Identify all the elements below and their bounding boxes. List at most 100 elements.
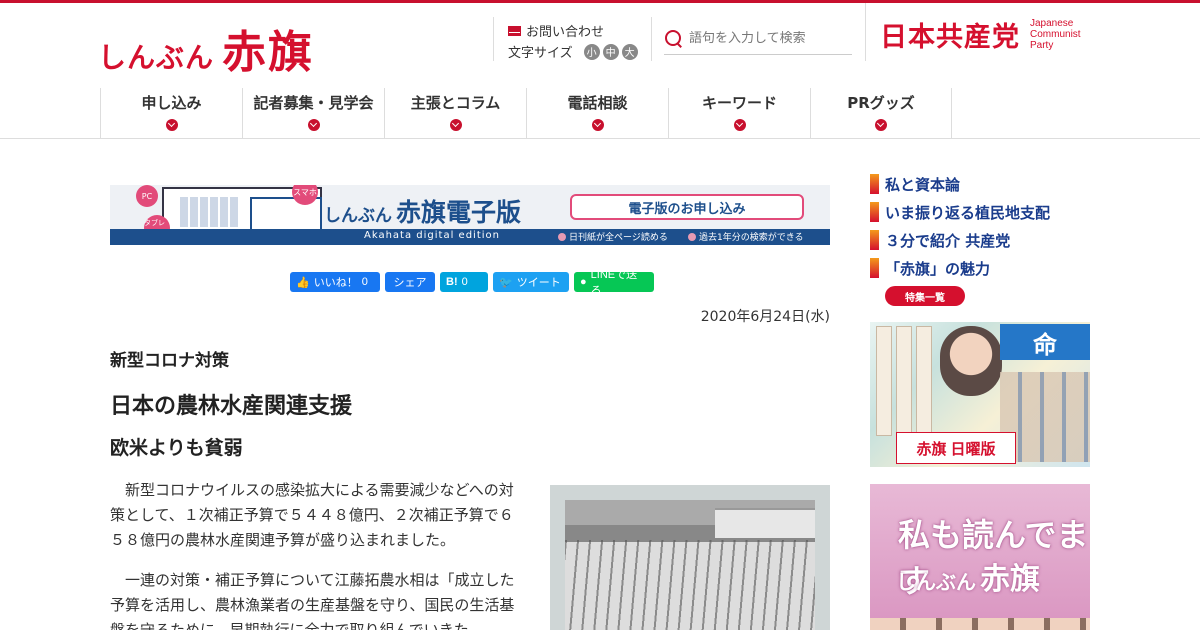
pc-badge: PC (136, 185, 158, 207)
link-marker-icon (870, 174, 879, 194)
hatena-bookmark-button[interactable]: B! 0 (440, 272, 488, 292)
line-send-button[interactable]: ● LINEで送る (574, 269, 654, 297)
party-english-name: Japanese Communist Party (1030, 18, 1081, 51)
tweet-button[interactable]: 🐦 ツイート (493, 272, 569, 292)
site-logo[interactable]: しんぶん 赤旗 (98, 16, 314, 80)
sunday-edition-label: 赤旗 日曜版 (896, 432, 1016, 464)
nav-label: 主張とコラム (410, 94, 501, 112)
chevron-down-icon (165, 119, 178, 131)
font-size-large-button[interactable]: 大 (621, 43, 638, 60)
nav-item-recruit[interactable]: 記者募集・見学会 (242, 88, 384, 139)
party-en-line: Communist (1030, 29, 1081, 40)
tweet-label: ツイート (516, 277, 561, 289)
search-box (664, 23, 852, 55)
nav-label: 電話相談 (567, 94, 628, 112)
bullet-icon (558, 232, 566, 241)
line-label: LINEで送る (590, 269, 638, 297)
like-count: 0 (361, 276, 368, 288)
ad-brand-big: 赤旗 (980, 562, 1040, 597)
search-input[interactable] (689, 31, 849, 46)
calendar-grid-image (180, 197, 240, 227)
headline-column (896, 326, 912, 436)
ad-brand: 赤旗 (916, 439, 947, 458)
logo-small-text: しんぶん (98, 41, 215, 74)
features-list-button[interactable]: 特集一覧 (885, 286, 965, 306)
banner-title: しんぶん 赤旗電子版 (324, 193, 521, 229)
article-body: 新型コロナウイルスの感染拡大による需要減少などへの対策として、１次補正予算で５４… (110, 478, 528, 630)
banner-note-text: 日刊紙が全ページ読める (569, 233, 668, 243)
article-date: 2020年6月24日(水) (700, 309, 830, 325)
font-size-small-button[interactable]: 小 (583, 43, 600, 60)
font-size-label: 文字サイズ (508, 46, 573, 61)
banner-note-text: 過去1年分の検索ができる (699, 233, 804, 243)
logo-big-text: 赤旗 (222, 27, 315, 78)
chevron-down-icon (591, 119, 604, 131)
sidebar-link-colonial[interactable]: いま振り返る植民地支配 (870, 198, 1090, 226)
header-divider (651, 17, 652, 61)
chevron-down-icon (875, 119, 887, 131)
line-icon: ● (580, 276, 587, 288)
hatena-count: 0 (461, 276, 468, 288)
link-marker-icon (870, 258, 879, 278)
twitter-bird-icon: 🐦 (499, 276, 513, 289)
ad-headline: 命 (1000, 324, 1090, 360)
article-photo[interactable] (550, 485, 830, 630)
search-icon[interactable] (664, 29, 683, 48)
portrait-image (940, 326, 1002, 396)
sidebar-link-jcp-intro[interactable]: ３分で紹介 共産党 (870, 226, 1090, 254)
nav-item-phone-consult[interactable]: 電話相談 (526, 88, 668, 139)
party-en-line: Japanese (1030, 18, 1074, 29)
chevron-down-icon (449, 119, 462, 131)
nav-item-pr-goods[interactable]: PRグッズ (810, 88, 952, 139)
reader-campaign-ad[interactable]: 私も読んでます しんぶん 赤旗 (870, 484, 1090, 630)
font-size-medium-button[interactable]: 中 (602, 43, 619, 60)
banner-note: 日刊紙が全ページ読める (558, 230, 668, 243)
facebook-share-button[interactable]: シェア (385, 272, 435, 292)
share-buttons: 👍 いいね！ 0 シェア B! 0 🐦 ツイート ● LINEで送る (290, 269, 654, 297)
banner-title-small: しんぶん (324, 206, 392, 226)
ad-sub: 日曜版 (950, 439, 996, 458)
people-photo-image (870, 618, 1090, 630)
digital-edition-banner[interactable]: PC タブレット スマホ しんぶん 赤旗電子版 電子版のお申し込み Akahat… (110, 185, 830, 245)
contact-label: お問い合わせ (526, 25, 605, 40)
hatena-icon: B! (446, 276, 458, 288)
article-paragraph: 一連の対策・補正予算について江藤拓農水相は「成立した予算を活用し、農林漁業者の生… (110, 571, 515, 630)
nav-label: 申し込み (141, 94, 202, 112)
building-image (715, 508, 815, 538)
sunday-edition-ad[interactable]: 命 赤旗 日曜版 (870, 322, 1090, 467)
rice-field-image (565, 500, 815, 630)
article-kicker: 新型コロナ対策 (110, 351, 229, 371)
header-divider (493, 17, 494, 61)
nav-label: PRグッズ (847, 94, 915, 112)
font-size-control: 文字サイズ 小 中 大 (508, 42, 638, 61)
facebook-like-button[interactable]: 👍 いいね！ 0 (290, 272, 380, 292)
nav-item-columns[interactable]: 主張とコラム (384, 88, 526, 139)
sidebar-link-capital[interactable]: 私と資本論 (870, 170, 1090, 198)
sidebar-link-label: ３分で紹介 共産党 (885, 231, 1011, 250)
nav-item-apply[interactable]: 申し込み (100, 88, 242, 139)
sidebar: 私と資本論 いま振り返る植民地支配 ３分で紹介 共産党 「赤旗」の魅力 特集一覧 (870, 170, 1090, 306)
sidebar-link-label: 私と資本論 (885, 175, 961, 194)
chevron-down-icon (733, 119, 746, 131)
sidebar-link-akahata-appeal[interactable]: 「赤旗」の魅力 (870, 254, 1090, 282)
ad-brand-line: しんぶん 赤旗 (896, 554, 1040, 598)
like-label: いいね！ (313, 277, 358, 289)
jcp-logo[interactable]: 日本共産党 Japanese Communist Party (880, 15, 1081, 54)
article-headline: 日本の農林水産関連支援 (110, 394, 353, 419)
nav-item-keyword[interactable]: キーワード (668, 88, 810, 139)
headline-column (916, 326, 932, 436)
sidebar-link-label: 「赤旗」の魅力 (885, 259, 991, 278)
main-nav: 申し込み 記者募集・見学会 主張とコラム 電話相談 キーワード PRグッズ (100, 88, 952, 139)
header-divider (865, 3, 866, 61)
banner-note: 過去1年分の検索ができる (688, 230, 804, 243)
nav-label: キーワード (701, 94, 777, 112)
link-marker-icon (870, 230, 879, 250)
contact-link[interactable]: お問い合わせ (508, 21, 604, 40)
banner-title-big: 赤旗電子版 (396, 198, 522, 227)
mail-icon (508, 25, 521, 36)
party-name: 日本共産党 (880, 22, 1020, 53)
article-paragraph: 新型コロナウイルスの感染拡大による需要減少などへの対策として、１次補正予算で５４… (110, 481, 514, 549)
banner-subtitle-en: Akahata digital edition (364, 230, 500, 241)
link-marker-icon (870, 202, 879, 222)
digital-apply-button[interactable]: 電子版のお申し込み (570, 194, 804, 220)
